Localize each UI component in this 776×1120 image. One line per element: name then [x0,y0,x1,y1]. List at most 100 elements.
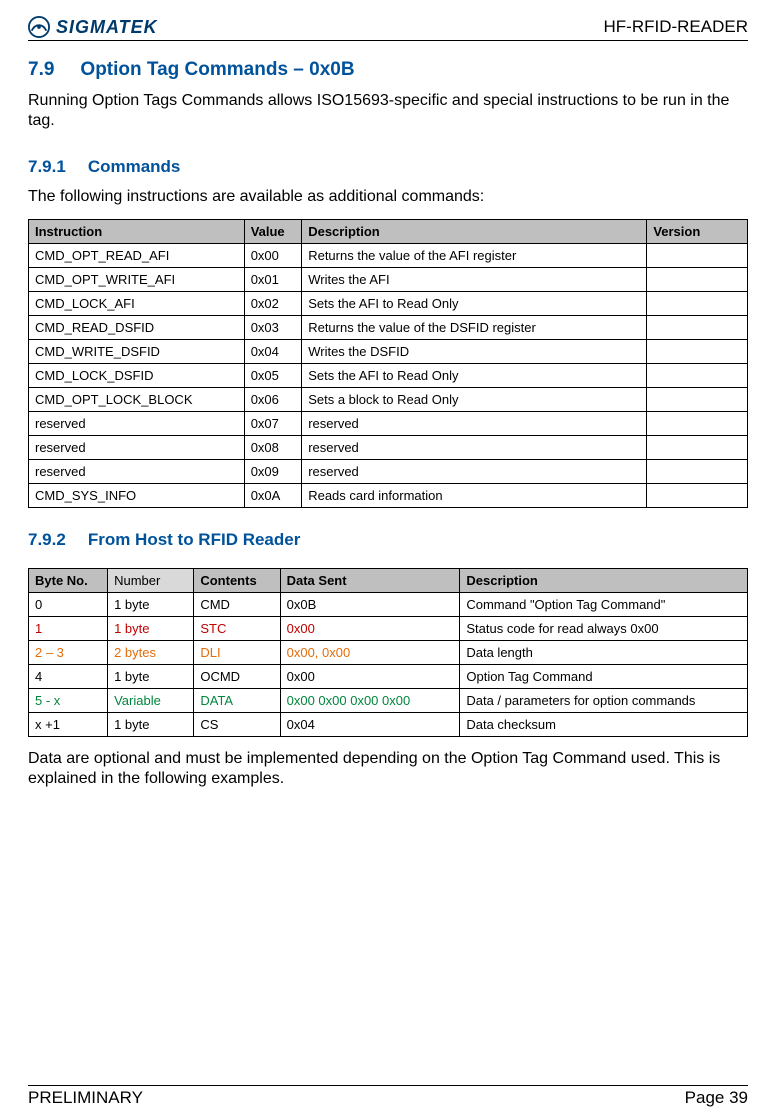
table-cell: CMD_LOCK_AFI [29,292,245,316]
col-number: Number [108,569,194,593]
footer-right: Page 39 [685,1088,748,1108]
table-cell: 1 byte [108,713,194,737]
col-version: Version [647,220,748,244]
table-cell: CMD [194,593,280,617]
table-cell: Sets the AFI to Read Only [302,364,647,388]
subsection-heading: 7.9.2 From Host to RFID Reader [28,530,748,550]
table-row: CMD_OPT_WRITE_AFI0x01Writes the AFI [29,268,748,292]
table-cell [647,388,748,412]
col-contents: Contents [194,569,280,593]
table-row: 11 byteSTC0x00Status code for read alway… [29,617,748,641]
subsection-title: Commands [88,157,181,176]
table-cell: Variable [108,689,194,713]
table-cell: reserved [302,412,647,436]
table-cell: Returns the value of the DSFID register [302,316,647,340]
table-cell [647,412,748,436]
table-cell: 0x0B [280,593,460,617]
section-number: 7.9 [28,59,54,81]
table-row: CMD_OPT_READ_AFI0x00Returns the value of… [29,244,748,268]
brand-icon [28,16,50,38]
table-cell [647,292,748,316]
table-cell: Writes the AFI [302,268,647,292]
subsection-title: From Host to RFID Reader [88,530,301,549]
commands-intro: The following instructions are available… [28,187,748,207]
table-cell: CMD_OPT_LOCK_BLOCK [29,388,245,412]
table-cell: CMD_OPT_READ_AFI [29,244,245,268]
table-cell: 0x00 0x00 0x00 0x00 [280,689,460,713]
table-header-row: Instruction Value Description Version [29,220,748,244]
col-data-sent: Data Sent [280,569,460,593]
table-cell [647,364,748,388]
section-heading: 7.9Option Tag Commands – 0x0B [28,59,748,81]
host-table: Byte No. Number Contents Data Sent Descr… [28,568,748,737]
table-cell: 0x00 [244,244,302,268]
table-row: CMD_WRITE_DSFID0x04Writes the DSFID [29,340,748,364]
table-cell: DATA [194,689,280,713]
section-intro: Running Option Tags Commands allows ISO1… [28,91,748,131]
table-row: CMD_LOCK_DSFID0x05Sets the AFI to Read O… [29,364,748,388]
table-row: reserved0x09reserved [29,460,748,484]
table-row: 5 - xVariableDATA0x00 0x00 0x00 0x00Data… [29,689,748,713]
table-row: reserved0x08reserved [29,436,748,460]
table-cell: CMD_LOCK_DSFID [29,364,245,388]
commands-table: Instruction Value Description Version CM… [28,219,748,508]
table-row: 01 byteCMD0x0BCommand "Option Tag Comman… [29,593,748,617]
table-row: CMD_SYS_INFO0x0AReads card information [29,484,748,508]
table-cell: CMD_SYS_INFO [29,484,245,508]
col-description: Description [460,569,748,593]
table-cell: 0x09 [244,460,302,484]
table-cell: CS [194,713,280,737]
table-cell: CMD_WRITE_DSFID [29,340,245,364]
table-cell: CMD_READ_DSFID [29,316,245,340]
table-cell: 0x0A [244,484,302,508]
subsection-heading: 7.9.1 Commands [28,157,748,177]
table-cell: reserved [302,460,647,484]
table-cell [647,484,748,508]
table-row: reserved0x07reserved [29,412,748,436]
table-cell: reserved [29,412,245,436]
subsection-number: 7.9.1 [28,157,66,177]
brand-logo: SIGMATEK [28,16,158,38]
table-cell: reserved [302,436,647,460]
table-cell: 5 - x [29,689,108,713]
table-cell: Writes the DSFID [302,340,647,364]
document-title: HF-RFID-READER [604,17,749,37]
table-cell: Option Tag Command [460,665,748,689]
table-cell: Data length [460,641,748,665]
table-cell: 0x00 [280,665,460,689]
table-row: CMD_READ_DSFID0x03Returns the value of t… [29,316,748,340]
table-cell: Reads card information [302,484,647,508]
subsection-number: 7.9.2 [28,530,66,550]
table-cell: 0x00, 0x00 [280,641,460,665]
table-cell [647,244,748,268]
table-cell: 0x05 [244,364,302,388]
col-instruction: Instruction [29,220,245,244]
table-cell: STC [194,617,280,641]
table-cell: 0x03 [244,316,302,340]
table-cell: 2 bytes [108,641,194,665]
table-cell: 0x08 [244,436,302,460]
table-cell: DLI [194,641,280,665]
table-cell: 4 [29,665,108,689]
table-cell: 2 – 3 [29,641,108,665]
table-cell: 0 [29,593,108,617]
table-cell: CMD_OPT_WRITE_AFI [29,268,245,292]
table-cell [647,460,748,484]
table-cell: Command "Option Tag Command" [460,593,748,617]
host-outro: Data are optional and must be implemente… [28,749,748,789]
table-cell: Data / parameters for option commands [460,689,748,713]
table-cell: Sets a block to Read Only [302,388,647,412]
table-row: CMD_LOCK_AFI0x02Sets the AFI to Read Onl… [29,292,748,316]
table-cell: 1 byte [108,593,194,617]
table-cell: 0x04 [244,340,302,364]
table-row: CMD_OPT_LOCK_BLOCK0x06Sets a block to Re… [29,388,748,412]
table-header-row: Byte No. Number Contents Data Sent Descr… [29,569,748,593]
page-footer: PRELIMINARY Page 39 [28,1085,748,1108]
col-description: Description [302,220,647,244]
table-cell: 0x01 [244,268,302,292]
table-cell [647,316,748,340]
table-row: 41 byteOCMD0x00Option Tag Command [29,665,748,689]
table-cell: x +1 [29,713,108,737]
table-row: x +11 byteCS0x04Data checksum [29,713,748,737]
table-cell: Sets the AFI to Read Only [302,292,647,316]
